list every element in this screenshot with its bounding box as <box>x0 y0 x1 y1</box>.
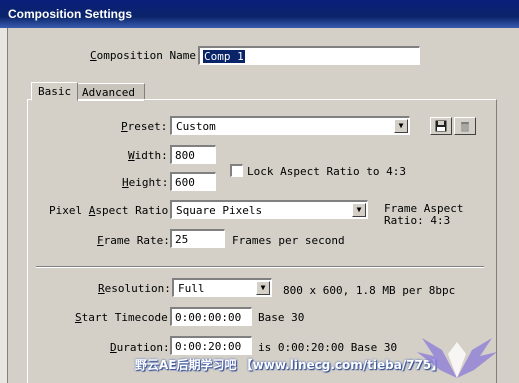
start-timecode-label: Start Timecode: <box>75 311 175 324</box>
chevron-down-icon[interactable]: ▼ <box>352 203 366 217</box>
divider <box>36 266 484 268</box>
resolution-select[interactable]: Full ▼ <box>172 278 272 297</box>
wings-logo-icon <box>417 338 497 378</box>
floppy-disk-icon <box>435 120 447 132</box>
height-input[interactable]: 600 <box>170 172 216 191</box>
pixel-aspect-select[interactable]: Square Pixels ▼ <box>170 200 368 219</box>
frame-rate-input[interactable]: 25 <box>170 229 225 248</box>
chevron-down-icon[interactable]: ▼ <box>394 119 408 133</box>
composition-name-label-rest: omposition Name: <box>96 49 203 62</box>
resolution-value: Full <box>178 282 205 295</box>
duration-label: Duration: <box>110 341 170 354</box>
resolution-info: 800 x 600, 1.8 MB per 8bpc <box>283 284 456 297</box>
width-input[interactable]: 800 <box>170 145 216 164</box>
window-title: Composition Settings <box>0 0 519 28</box>
chevron-down-icon[interactable]: ▼ <box>256 281 270 295</box>
duration-input[interactable]: 0:00:20:00 <box>170 336 252 355</box>
pixel-aspect-value: Square Pixels <box>176 204 263 217</box>
height-label: Height: <box>122 176 169 189</box>
composition-name-input[interactable]: Comp 1 <box>198 46 420 65</box>
preset-label: Preset: <box>121 120 168 133</box>
start-timecode-input[interactable]: 0:00:00:00 <box>170 307 252 326</box>
tab-basic[interactable]: Basic <box>31 82 79 101</box>
composition-name-label: Composition Name: <box>90 49 203 62</box>
delete-preset-button[interactable] <box>454 117 476 135</box>
lock-aspect-label: Lock Aspect Ratio to 4:3 <box>247 165 406 178</box>
frame-rate-unit: Frames per second <box>232 234 345 247</box>
trash-icon <box>461 122 469 132</box>
duration-info: is 0:00:20:00 Base 30 <box>258 341 398 354</box>
window-left-edge <box>0 28 8 383</box>
lock-aspect-checkbox[interactable] <box>230 164 243 177</box>
preset-select[interactable]: Custom ▼ <box>170 116 410 135</box>
width-label: Width: <box>128 149 168 162</box>
save-preset-button[interactable] <box>430 117 452 135</box>
start-timecode-base: Base 30 <box>258 311 305 324</box>
preset-value: Custom <box>176 120 216 133</box>
composition-name-value: Comp 1 <box>203 50 245 63</box>
frame-aspect-line2: Ratio: 4:3 <box>384 214 451 227</box>
resolution-label: Resolution: <box>98 282 171 295</box>
watermark-text: 野云AE后期学习吧 【www.linecg.com/tieba/775】 <box>135 358 444 372</box>
frame-rate-label: Frame Rate: <box>97 234 170 247</box>
pixel-aspect-label: Pixel Aspect Ratio: <box>49 204 175 217</box>
